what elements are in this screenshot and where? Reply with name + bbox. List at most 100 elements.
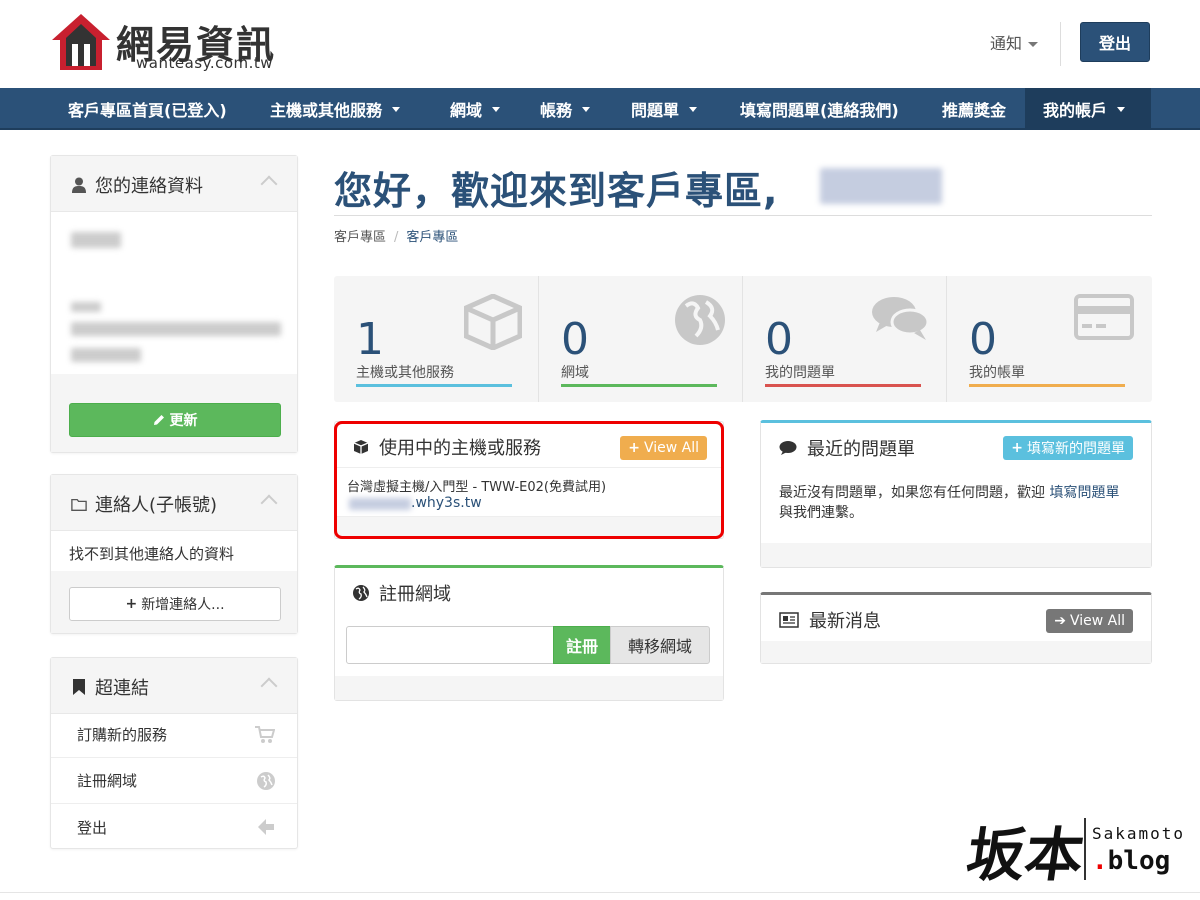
cube-icon — [353, 439, 369, 455]
plus-icon: + — [628, 440, 640, 456]
header-divider — [1060, 22, 1061, 66]
shortcuts-panel-title: 超連結 — [95, 678, 149, 699]
update-label: 更新 — [169, 413, 198, 429]
globe-icon — [257, 772, 275, 790]
redacted-name — [71, 232, 121, 248]
nav-label: 問題單 — [631, 101, 680, 120]
shortcut-order-service[interactable]: 訂購新的服務 — [51, 712, 297, 758]
panel-header: 最近的問題單 + 填寫新的問題單 — [761, 423, 1151, 469]
chevron-up-icon[interactable] — [260, 175, 278, 193]
house-logo-icon — [52, 14, 110, 70]
caret-down-icon — [392, 106, 401, 112]
shortcut-label: 訂購新的服務 — [77, 726, 168, 744]
nav-label: 填寫問題單(連絡我們) — [740, 101, 899, 120]
shortcut-logout[interactable]: 登出 — [51, 804, 297, 850]
no-contacts-text: 找不到其他連絡人的資料 — [69, 545, 235, 563]
stat-value: 0 — [561, 314, 589, 365]
nav-item-tickets[interactable]: 問題單 — [619, 88, 709, 130]
stat-bar — [969, 384, 1125, 387]
logo[interactable]: 網易資訊 wanteasy.com.tw — [50, 12, 280, 72]
nav-label: 推薦獎金 — [942, 101, 1007, 120]
panel-header: 超連結 — [51, 658, 297, 714]
nav-label: 網域 — [450, 101, 483, 120]
stat-value: 0 — [765, 314, 793, 365]
no-tickets-text: 最近沒有問題單，如果您有任何問題，歡迎 填寫問題單 與我們連繫。 — [779, 483, 1129, 523]
stat-tile-domains[interactable]: 0 網域 — [538, 276, 742, 402]
panel-title: 最近的問題單 — [779, 435, 915, 461]
caret-down-icon — [1028, 42, 1039, 47]
nav-label: 我的帳戶 — [1043, 101, 1108, 120]
stat-bar — [561, 384, 717, 387]
newspaper-icon — [779, 612, 799, 628]
nav-item-account[interactable]: 我的帳戶 — [1025, 88, 1151, 130]
arrow-left-icon — [258, 819, 274, 835]
stat-tile-tickets[interactable]: 0 我的問題單 — [742, 276, 946, 402]
new-ticket-button[interactable]: + 填寫新的問題單 — [1003, 436, 1133, 460]
service-item-domain[interactable]: .why3s.tw — [411, 495, 482, 511]
globe-icon — [675, 295, 725, 345]
notify-dropdown[interactable]: 通知 — [990, 30, 1039, 54]
nav-label: 帳務 — [540, 101, 573, 120]
shortcut-register-domain[interactable]: 註冊網域 — [51, 758, 297, 804]
caret-down-icon — [1117, 106, 1126, 112]
services-view-all-button[interactable]: + View All — [620, 436, 707, 460]
panel-title: 註冊網域 — [353, 580, 451, 606]
redacted-phone — [71, 348, 141, 362]
nav-item-home[interactable]: 客戶專區首頁(已登入) — [56, 88, 239, 130]
nav-item-affiliates[interactable]: 推薦獎金 — [930, 88, 1018, 130]
comments-icon — [872, 297, 930, 340]
panel-title: 連絡人(子帳號) — [71, 491, 217, 517]
chevron-up-icon[interactable] — [260, 677, 278, 695]
credit-card-icon — [1074, 294, 1134, 340]
globe-icon — [353, 585, 369, 601]
shortcut-label: 註冊網域 — [77, 772, 138, 790]
submit-ticket-link[interactable]: 填寫問題單 — [1049, 485, 1119, 501]
news-panel-title: 最新消息 — [809, 611, 881, 632]
panel-header: 使用中的主機或服務 + View All — [335, 422, 723, 468]
panel-title: 您的連絡資料 — [71, 172, 203, 198]
recent-tickets-panel: 最近的問題單 + 填寫新的問題單 最近沒有問題單，如果您有任何問題，歡迎 填寫問… — [760, 420, 1152, 568]
panel-header: 註冊網域 — [335, 568, 723, 614]
nav-item-services[interactable]: 主機或其他服務 — [258, 88, 412, 130]
bookmark-icon — [71, 679, 87, 695]
chevron-up-icon[interactable] — [260, 494, 278, 512]
redacted-address — [71, 322, 281, 336]
logo-subtitle: wanteasy.com.tw — [136, 54, 274, 72]
nav-item-domains[interactable]: 網域 — [438, 88, 512, 130]
stat-value: 1 — [356, 314, 384, 365]
redacted-username — [820, 168, 942, 204]
view-all-label: View All — [1069, 613, 1125, 629]
stat-bar — [356, 384, 512, 387]
stat-label: 我的帳單 — [969, 365, 1025, 381]
logout-button[interactable]: 登出 — [1080, 22, 1150, 62]
add-contact-label: 新增連絡人... — [141, 597, 225, 613]
page-bottom-divider — [0, 892, 1200, 893]
breadcrumb-separator: / — [394, 230, 399, 245]
subaccounts-panel: 連絡人(子帳號) 找不到其他連絡人的資料 + 新增連絡人... — [50, 474, 298, 634]
stat-tile-services[interactable]: 1 主機或其他服務 — [334, 276, 538, 402]
watermark-en-text: Sakamoto — [1092, 824, 1186, 843]
watermark-blog-word: blog — [1107, 846, 1171, 876]
domain-search-input[interactable] — [346, 626, 554, 664]
news-view-all-button[interactable]: ➔ View All — [1046, 609, 1133, 633]
title-divider — [334, 215, 1152, 216]
register-domain-button[interactable]: 註冊 — [553, 626, 611, 664]
cart-icon — [255, 726, 275, 743]
services-panel-title: 使用中的主機或服務 — [379, 438, 541, 459]
pencil-icon — [153, 415, 164, 425]
panel-footer — [761, 641, 1151, 663]
update-contact-button[interactable]: 更新 — [69, 403, 281, 437]
service-item-name[interactable]: 台灣虛擬主機/入門型 - TWW-E02(免費試用) — [347, 476, 606, 495]
user-icon — [71, 177, 87, 193]
nav-item-billing[interactable]: 帳務 — [528, 88, 602, 130]
tickets-panel-title: 最近的問題單 — [807, 439, 915, 460]
folder-icon — [71, 496, 87, 512]
tickets-body-prefix: 最近沒有問題單，如果您有任何問題，歡迎 — [779, 485, 1045, 501]
active-services-panel: 使用中的主機或服務 + View All 台灣虛擬主機/入門型 - TWW-E0… — [334, 421, 724, 539]
nav-item-contact[interactable]: 填寫問題單(連絡我們) — [728, 88, 911, 130]
transfer-domain-button[interactable]: 轉移網域 — [610, 626, 710, 664]
stat-label: 網域 — [561, 365, 589, 381]
breadcrumb-item[interactable]: 客戶專區 — [334, 230, 386, 245]
stat-tile-invoices[interactable]: 0 我的帳單 — [946, 276, 1150, 402]
add-contact-button[interactable]: + 新增連絡人... — [69, 587, 281, 621]
